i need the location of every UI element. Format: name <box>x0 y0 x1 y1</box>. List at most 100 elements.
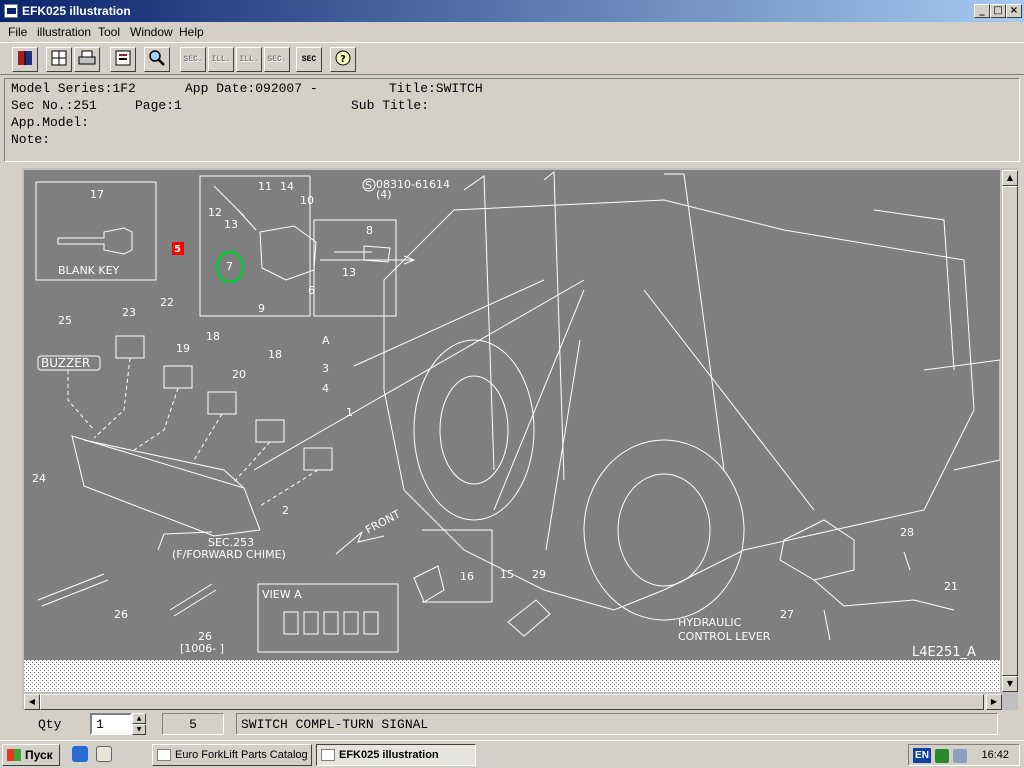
callout-9[interactable]: 9 <box>258 302 265 315</box>
minimize-button[interactable]: _ <box>974 4 990 18</box>
task-efk025-illustration[interactable]: EFK025 illustration <box>316 744 476 766</box>
callout-20[interactable]: 20 <box>232 368 246 381</box>
callout-23[interactable]: 23 <box>122 306 136 319</box>
relay-23 <box>115 335 145 359</box>
callout-13a[interactable]: 13 <box>224 218 238 231</box>
qty-input[interactable]: 1 <box>90 713 132 735</box>
tray-app-icon[interactable] <box>935 749 949 763</box>
catalog-icon <box>115 50 131 66</box>
parts-illustration[interactable]: BLANK KEY BUZZER 08310-61614 (4) SEC.253… <box>24 170 1000 692</box>
illustration-app-icon <box>321 749 335 761</box>
grid-button[interactable] <box>46 47 72 72</box>
callout-7[interactable]: 7 <box>226 260 233 273</box>
callout-6[interactable]: 6 <box>308 284 315 297</box>
qty-down-button[interactable]: ▼ <box>132 724 146 735</box>
title-field: Title:SWITCH <box>389 81 483 96</box>
callout-29[interactable]: 29 <box>532 568 546 581</box>
callout-1[interactable]: 1 <box>346 406 353 419</box>
menu-help[interactable]: Help <box>179 25 204 39</box>
catalog-button[interactable] <box>110 47 136 72</box>
callout-19[interactable]: 19 <box>176 342 190 355</box>
system-tray: EN 16:42 <box>908 744 1020 766</box>
section-jump-button[interactable]: SEC <box>296 47 322 72</box>
relay-19 <box>163 365 193 389</box>
close-button[interactable]: × <box>1006 4 1022 18</box>
menu-illustration[interactable]: illustration <box>37 25 91 39</box>
combination-switch <box>259 225 317 281</box>
scroll-right-button[interactable]: ▶ <box>986 694 1002 710</box>
status-row: Qty 1 ▲ ▼ 5 SWITCH COMPL-TURN SIGNAL <box>0 712 1024 738</box>
callout-11[interactable]: 11 <box>258 180 272 193</box>
app-model: App.Model: <box>11 115 90 130</box>
menu-tool[interactable]: Tool <box>98 25 120 39</box>
callout-15[interactable]: 15 <box>500 568 514 581</box>
start-button[interactable]: Пуск <box>2 744 60 766</box>
callout-18a[interactable]: 18 <box>206 330 220 343</box>
callout-3[interactable]: 3 <box>322 362 329 375</box>
menu-window[interactable]: Window <box>130 25 173 39</box>
callout-27[interactable]: 27 <box>780 608 794 621</box>
callout-24[interactable]: 24 <box>32 472 46 485</box>
app-date: App Date:092007 - <box>185 81 318 96</box>
task-label: Euro ForkLift Parts Catalog <box>175 749 308 761</box>
printer-icon <box>78 50 96 65</box>
callout-13b[interactable]: 13 <box>342 266 356 279</box>
vertical-scrollbar[interactable]: ▲ ▼ <box>1002 170 1018 692</box>
prev-section-button[interactable]: SEC. <box>180 47 206 72</box>
leader-arrow-1 <box>320 255 416 265</box>
catalog-app-icon <box>157 749 171 761</box>
callout-16[interactable]: 16 <box>460 570 474 583</box>
help-button[interactable]: ? <box>330 47 356 72</box>
windows-logo-icon <box>7 749 21 761</box>
language-indicator[interactable]: EN <box>913 748 931 763</box>
menu-bar: File illustration Tool Window Help <box>0 22 1024 42</box>
app-icon[interactable] <box>4 4 18 18</box>
start-label: Пуск <box>25 748 53 762</box>
label-hydraulic: HYDRAULIC <box>678 616 742 629</box>
horizontal-scroll-thumb[interactable] <box>40 694 984 710</box>
callout-10[interactable]: 10 <box>300 194 314 207</box>
callout-21[interactable]: 21 <box>944 580 958 593</box>
next-illustration-button[interactable]: ILL. <box>236 47 262 72</box>
callout-18b[interactable]: 18 <box>268 348 282 361</box>
next-section-button[interactable]: SEC. <box>264 47 290 72</box>
scroll-down-button[interactable]: ▼ <box>1002 676 1018 692</box>
callout-12[interactable]: 12 <box>208 206 222 219</box>
scroll-up-button[interactable]: ▲ <box>1002 170 1018 186</box>
callout-26b[interactable]: 26 <box>198 630 212 643</box>
illustration-code: L4E251_A <box>912 645 976 660</box>
menu-file[interactable]: File <box>8 25 27 39</box>
search-button[interactable] <box>144 47 170 72</box>
callout-14[interactable]: 14 <box>280 180 294 193</box>
switch-detail-box <box>199 175 311 317</box>
key-drawing <box>57 227 133 255</box>
callout-26a[interactable]: 26 <box>114 608 128 621</box>
callout-28[interactable]: 28 <box>900 526 914 539</box>
label-part-qty: (4) <box>376 188 392 201</box>
callout-25[interactable]: 25 <box>58 314 72 327</box>
show-desktop-icon[interactable] <box>96 746 112 762</box>
help-icon: ? <box>335 50 351 66</box>
prev-illustration-button[interactable]: ILL. <box>208 47 234 72</box>
task-euro-forklift-catalog[interactable]: Euro ForkLift Parts Catalog <box>152 744 312 766</box>
part-16-connector <box>413 565 445 603</box>
sensor-29 <box>507 599 551 637</box>
scroll-left-button[interactable]: ◀ <box>24 694 40 710</box>
vertical-scroll-thumb[interactable] <box>1002 186 1018 676</box>
callout-22[interactable]: 22 <box>160 296 174 309</box>
book-button[interactable] <box>12 47 38 72</box>
horizontal-scrollbar[interactable]: ◀ ▶ <box>24 694 1002 710</box>
network-icon[interactable] <box>953 749 967 763</box>
illustration-viewport: BLANK KEY BUZZER 08310-61614 (4) SEC.253… <box>22 168 1018 710</box>
internet-explorer-icon[interactable] <box>72 746 88 762</box>
callout-17[interactable]: 17 <box>90 188 104 201</box>
callout-4[interactable]: 4 <box>322 382 329 395</box>
label-range-note: [1006- ] <box>180 642 224 655</box>
maximize-button[interactable]: □ <box>990 4 1006 18</box>
window-title-bar[interactable]: EFK025 illustration _ □ × <box>0 0 1024 22</box>
print-button[interactable] <box>74 47 100 72</box>
callout-2[interactable]: 2 <box>282 504 289 517</box>
front-arrow <box>335 531 385 555</box>
callout-8[interactable]: 8 <box>366 224 373 237</box>
qty-up-button[interactable]: ▲ <box>132 713 146 724</box>
